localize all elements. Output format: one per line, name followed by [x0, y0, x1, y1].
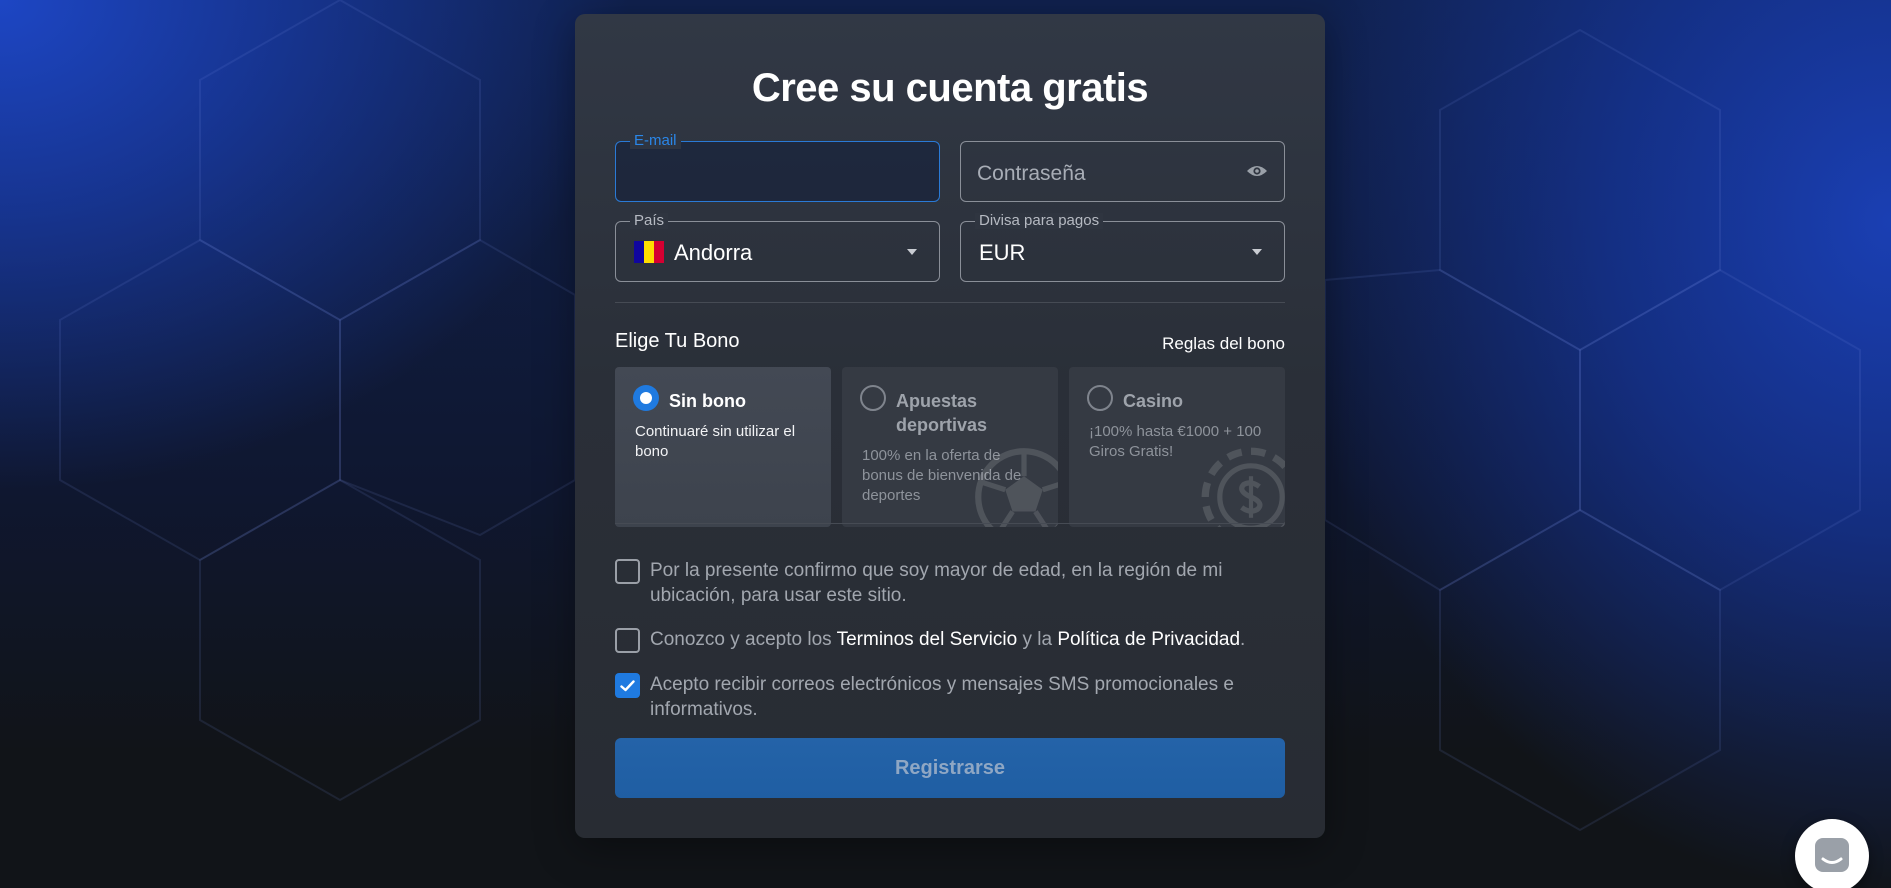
eye-icon[interactable] — [1246, 163, 1268, 179]
country-label: País — [630, 213, 669, 229]
radio-unselected[interactable] — [860, 385, 886, 411]
bonus-option-description: Continuaré sin utilizar el bono — [635, 423, 796, 460]
chevron-down-icon — [907, 249, 917, 255]
terms-consent-row: Conozco y acepto los Terminos del Servic… — [615, 627, 1250, 653]
checkmark-icon — [620, 679, 635, 691]
bonus-option-name: Casino — [1123, 391, 1184, 411]
password-field[interactable]: Contraseña — [960, 141, 1285, 202]
currency-label: Divisa para pagos — [975, 213, 1104, 229]
age-consent-checkbox[interactable] — [615, 559, 640, 584]
email-label: E-mail — [630, 133, 681, 149]
currency-value: EUR — [979, 240, 1026, 265]
chevron-down-icon — [1252, 249, 1262, 255]
bonus-option-sports[interactable]: Apuestas deportivas 100% en la oferta de… — [842, 367, 1058, 527]
currency-select[interactable]: Divisa para pagos EUR — [960, 213, 1285, 282]
privacy-policy-link[interactable]: Política de Privacidad — [1057, 629, 1240, 650]
bonus-option-name: Apuestas deportivas — [896, 391, 988, 435]
page-title: Cree su cuenta gratis — [751, 66, 1149, 110]
divider — [615, 302, 1285, 303]
signup-card: Cree su cuenta gratis E-mail Contraseña … — [575, 14, 1325, 838]
radio-unselected[interactable] — [1087, 385, 1113, 411]
bonus-option-none[interactable]: Sin bono Continuaré sin utilizar el bono — [615, 367, 831, 527]
password-placeholder: Contraseña — [977, 162, 1086, 185]
bonus-rules-link[interactable]: Reglas del bono — [1162, 334, 1285, 354]
divider — [615, 523, 1285, 524]
marketing-consent-checkbox[interactable] — [615, 673, 640, 698]
age-consent-text: Por la presente confirmo que soy mayor d… — [650, 560, 1223, 606]
terms-consent-checkbox[interactable] — [615, 628, 640, 653]
chat-icon — [1815, 838, 1849, 872]
terms-prefix: Conozco y acepto los — [650, 629, 837, 650]
age-consent-row: Por la presente confirmo que soy mayor d… — [615, 558, 1250, 608]
bonus-option-casino[interactable]: Casino ¡100% hasta €1000 + 100 Giros Gra… — [1069, 367, 1285, 527]
chat-launcher-button[interactable] — [1795, 819, 1869, 888]
terms-of-service-link[interactable]: Terminos del Servicio — [837, 629, 1018, 650]
radio-selected[interactable] — [633, 385, 659, 411]
marketing-consent-text: Acepto recibir correos electrónicos y me… — [650, 674, 1234, 720]
marketing-consent-row: Acepto recibir correos electrónicos y me… — [615, 672, 1250, 722]
email-field[interactable]: E-mail — [615, 133, 940, 202]
terms-consent-text: Conozco y acepto los Terminos del Servic… — [650, 627, 1250, 652]
country-select[interactable]: País Andorra — [615, 213, 940, 282]
country-value: Andorra — [674, 240, 753, 265]
soccer-ball-icon — [975, 448, 1058, 527]
terms-suffix: . — [1240, 629, 1246, 650]
bonus-heading: Elige Tu Bono — [615, 330, 740, 352]
bonus-option-name: Sin bono — [669, 391, 746, 411]
register-button[interactable]: Registrarse — [615, 738, 1285, 798]
casino-chip-icon — [1201, 447, 1285, 527]
terms-middle: y la — [1017, 629, 1058, 650]
andorra-flag-icon — [634, 241, 664, 263]
